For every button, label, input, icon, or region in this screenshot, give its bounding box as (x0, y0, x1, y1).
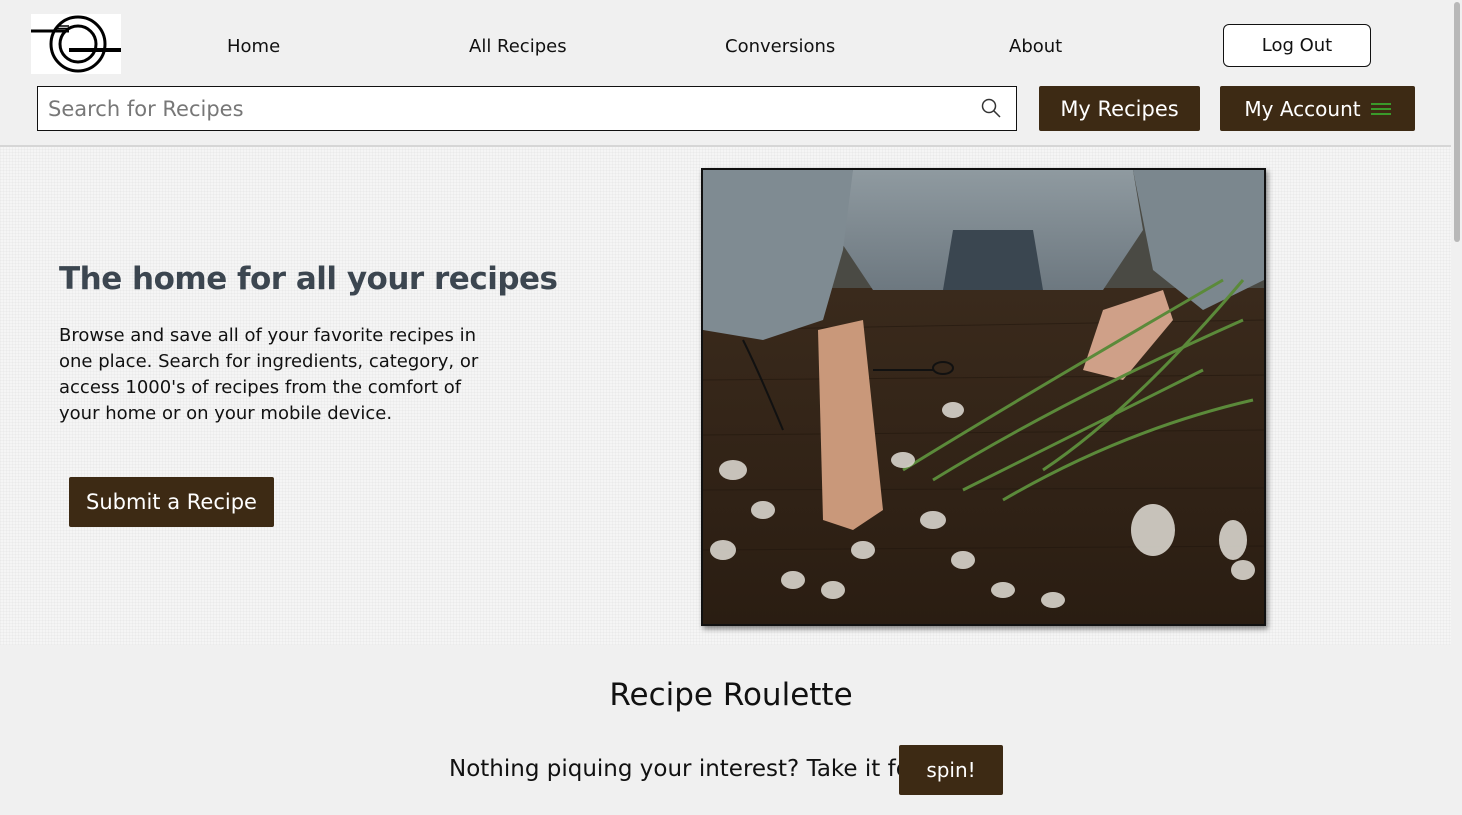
scrollbar-thumb[interactable] (1454, 2, 1460, 242)
florist-table-photo (703, 170, 1264, 624)
search-bar (37, 86, 1017, 131)
hero-image (701, 168, 1266, 626)
my-account-label: My Account (1244, 96, 1361, 121)
my-recipes-button[interactable]: My Recipes (1039, 86, 1200, 131)
nav-conversions[interactable]: Conversions (725, 36, 835, 57)
nav-all-recipes[interactable]: All Recipes (469, 36, 567, 57)
hero-title: The home for all your recipes (59, 261, 558, 297)
roulette-title: Recipe Roulette (609, 677, 853, 713)
search-icon[interactable] (980, 97, 1002, 119)
hamburger-menu-icon (1370, 102, 1391, 115)
logo[interactable] (31, 14, 121, 74)
nav-home[interactable]: Home (227, 36, 280, 57)
spin-button[interactable]: spin! (899, 745, 1003, 795)
plate-logo-icon (31, 15, 121, 73)
logout-button[interactable]: Log Out (1223, 24, 1371, 67)
roulette-prompt: Nothing piquing your interest? Take it f… (449, 756, 941, 782)
search-input[interactable] (46, 93, 950, 125)
hero-description: Browse and save all of your favorite rec… (59, 325, 479, 424)
submit-recipe-button[interactable]: Submit a Recipe (69, 477, 274, 527)
my-account-button[interactable]: My Account (1220, 86, 1415, 131)
nav-about[interactable]: About (1009, 36, 1062, 57)
site-header: Home All Recipes Conversions About Log O… (0, 0, 1462, 147)
hero-section: The home for all your recipes Browse and… (0, 147, 1462, 645)
page-scrollbar[interactable] (1451, 0, 1462, 815)
